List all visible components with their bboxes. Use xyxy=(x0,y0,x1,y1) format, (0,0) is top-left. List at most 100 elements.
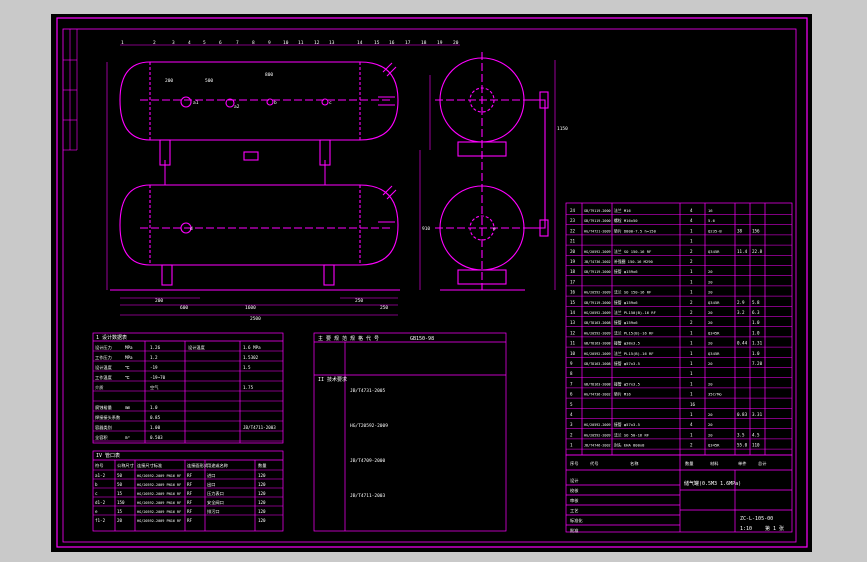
drawing-sheet xyxy=(51,14,812,552)
balloon-4: 4 xyxy=(188,40,191,46)
parts-row-no: 24 xyxy=(570,208,576,213)
parts-footer-total: 总计 xyxy=(758,460,766,467)
parts-row-material: Q345R xyxy=(708,249,720,254)
nozzle-use: 出口 xyxy=(207,481,215,488)
parts-row-total-weight: 22.8 xyxy=(752,249,763,254)
parts-row-no: 22 xyxy=(570,228,576,233)
parts-row-material: 35CrMo xyxy=(708,392,722,397)
design-row-unit: m³ xyxy=(125,435,130,440)
nozzle-qty: 120 xyxy=(258,473,266,478)
nozzle-standard: HG/20592-2009 PN16 RF xyxy=(137,483,181,487)
balloon-5: 5 xyxy=(203,40,206,46)
parts-row-std: GB/T8163-2008 xyxy=(584,321,611,325)
parts-row-material: Q345R xyxy=(708,330,720,335)
drawing-scale: 1:10 xyxy=(740,526,752,532)
design-row-name-b: 设计温度 xyxy=(188,344,206,351)
parts-row-no: 12 xyxy=(570,330,576,335)
parts-row-material: 20 xyxy=(708,279,713,284)
title-block-label: 校核 xyxy=(570,487,579,494)
drawing-number: ZC-L-105-00 xyxy=(740,516,773,522)
parts-row-total-weight: 1.0 xyxy=(752,351,760,356)
parts-row-no: 14 xyxy=(570,310,576,315)
parts-row-std: GB/T9119-2000 xyxy=(584,301,611,305)
nozzle-use: 排污口 xyxy=(207,508,220,515)
design-row-value-b: JB/T4711-2003 xyxy=(243,425,276,430)
dim-side-2: 500 xyxy=(205,78,213,84)
balloon-18: 18 xyxy=(421,40,427,46)
parts-row-name: 法兰 PL150(B)-16 RF xyxy=(614,310,657,315)
parts-row-std: JB/T4736-2002 xyxy=(584,260,611,264)
parts-row-name: 接管 φ57x3.5 xyxy=(614,422,640,427)
design-data-title: 1 设计数据表 xyxy=(96,334,127,341)
balloon-14: 14 xyxy=(357,40,363,46)
balloon-6: 6 xyxy=(219,40,222,46)
nozzle-label-c: c xyxy=(329,101,332,106)
parts-row-total-weight: 156 xyxy=(752,228,760,233)
parts-row-std: HG/20592-2009 xyxy=(584,433,611,437)
parts-row-total-weight: 1.0 xyxy=(752,320,760,325)
parts-footer-name: 名称 xyxy=(630,460,638,467)
nozzle-symbol: f1-2 xyxy=(95,518,106,523)
parts-row-std: GB/T8163-2008 xyxy=(584,342,611,346)
parts-row-unit-weight: 0.44 xyxy=(737,341,748,346)
parts-row-unit-weight: 2.9 xyxy=(737,300,745,305)
nozzle-standard: HG/20592-2009 PN16 RF xyxy=(137,474,181,478)
title-block-label: 工艺 xyxy=(570,508,578,513)
nozzle-dn: 50 xyxy=(117,482,123,487)
parts-row-std: HG/T4721-2009 xyxy=(584,229,611,233)
design-row-value-b: 1.5302 xyxy=(243,355,259,360)
parts-row-name: 补强圈 150-16 M290 xyxy=(614,259,654,264)
parts-row-no: 11 xyxy=(570,341,576,346)
parts-row-total-weight: 3.31 xyxy=(752,412,763,417)
dim-right-bottom-1: 250 xyxy=(355,298,363,304)
design-row-label: 全容积 xyxy=(95,434,108,441)
parts-row-no: 15 xyxy=(570,300,576,305)
parts-footer-unit: 单件 xyxy=(738,460,746,467)
parts-row-unit-weight: 11.4 xyxy=(737,249,748,254)
nozzle-dn: 15 xyxy=(117,509,123,514)
parts-row-std: HG/20592-2009 xyxy=(584,423,611,427)
parts-row-material: 20 xyxy=(708,341,713,346)
parts-row-std: GB/T9119-2000 xyxy=(584,270,611,274)
design-row-unit: ℃ xyxy=(125,375,130,380)
nozzle-dn: 20 xyxy=(117,518,123,523)
parts-row-std: HG/T4736-2002 xyxy=(584,393,611,397)
nozzle-label-a2: a2 xyxy=(234,104,240,110)
design-row-label: 焊接接头系数 xyxy=(95,414,121,421)
nozzle-header: 用途或名称 xyxy=(207,462,228,469)
nozzle-header: 连接尺寸标准 xyxy=(137,462,162,469)
parts-row-no: 17 xyxy=(570,279,576,284)
parts-footer-qty: 数量 xyxy=(685,460,693,467)
nozzle-face: RF xyxy=(187,518,193,523)
parts-row-name: 垫片 D800-7.5 h=150 xyxy=(614,228,657,233)
parts-row-no: 20 xyxy=(570,249,576,254)
nozzle-qty: 120 xyxy=(258,482,266,487)
tech-req-header-a: 主 要 规 范 xyxy=(318,335,347,342)
dim-side-right-2: 910 xyxy=(422,226,430,232)
parts-row-name: 法兰 PL15(B)-16 RF xyxy=(614,351,654,356)
parts-row-name: 接管 φ159x6 xyxy=(614,320,638,325)
design-row-label: 腐蚀裕量 xyxy=(95,404,112,411)
design-row-value: 0.503 xyxy=(150,435,163,440)
parts-row-material: 20 xyxy=(708,320,713,325)
nozzle-standard: HG/20592-2009 PN16 RF xyxy=(137,510,181,514)
nozzle-header: 数量 xyxy=(258,462,266,469)
tech-req-header-c: GB150-98 xyxy=(410,336,434,342)
balloon-19: 19 xyxy=(437,40,443,46)
nozzle-label-a1: a1 xyxy=(193,100,199,106)
balloon-1: 1 xyxy=(121,40,124,46)
parts-row-no: 10 xyxy=(570,351,576,356)
tech-req-line: JB/T4711-2003 xyxy=(350,493,386,499)
parts-row-total-weight: 5.8 xyxy=(752,300,760,305)
balloon-3: 3 xyxy=(172,40,175,46)
parts-row-material: 16 xyxy=(708,208,713,213)
design-row-unit: MPa xyxy=(125,345,133,350)
parts-row-qty: 16 xyxy=(690,402,696,407)
drawing-sheet-no: 第 1 张 xyxy=(765,525,784,532)
parts-row-total-weight: 1.31 xyxy=(752,341,763,346)
parts-row-unit-weight: 55.0 xyxy=(737,443,748,448)
design-row-unit: MPa xyxy=(125,355,133,360)
parts-row-no: 13 xyxy=(570,320,576,325)
design-row-value: -19 xyxy=(150,365,158,370)
dim-overall-length: 2500 xyxy=(250,316,261,322)
